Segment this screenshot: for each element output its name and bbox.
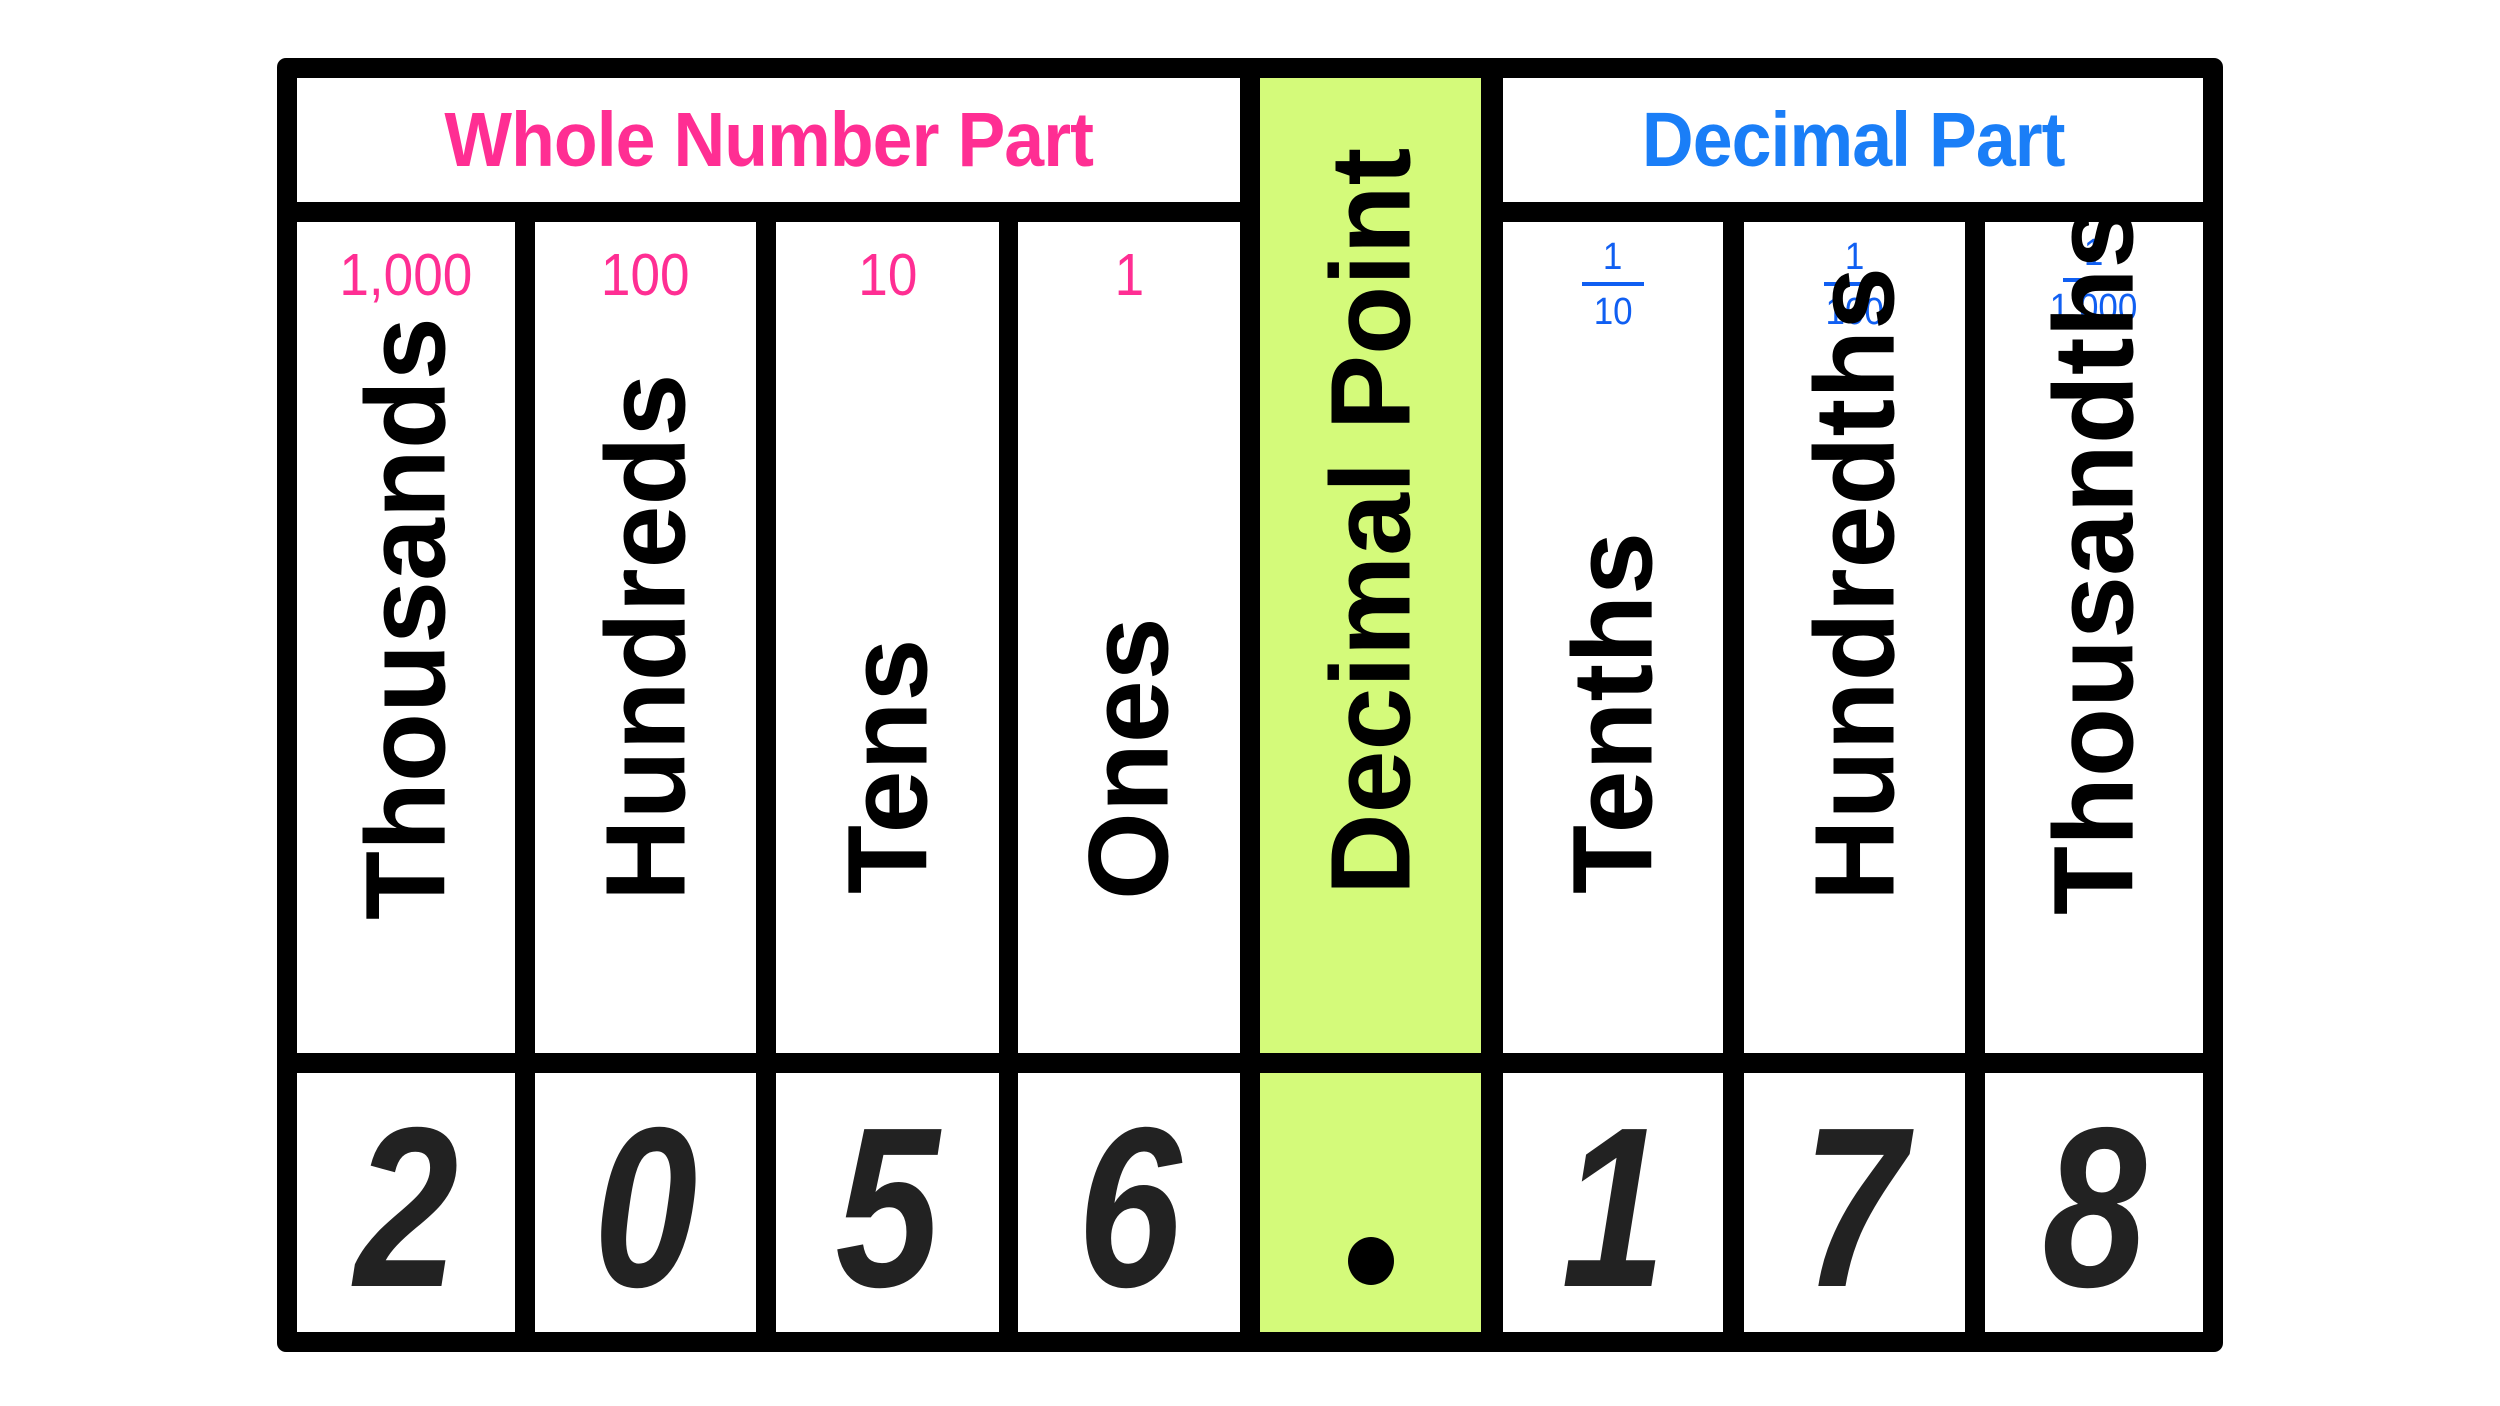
fraction-tenths: 1 10 xyxy=(1503,238,1723,331)
decimal-part-title: Decimal Part xyxy=(1641,96,2066,183)
header-whole-number-part: Whole Number Part xyxy=(297,78,1240,202)
place-value-tens: 10 xyxy=(857,242,918,308)
digit-cell-thousands: 2 xyxy=(297,1073,515,1332)
column-thousandths: 1 1,000 Thousandths xyxy=(1985,206,2203,1053)
header-decimal-part: Decimal Part xyxy=(1503,78,2203,202)
digit-ones: 6 xyxy=(1077,1080,1181,1335)
digit-thousandths: 8 xyxy=(2042,1080,2146,1335)
digit-cell-ones: 6 xyxy=(1018,1073,1240,1332)
digit-tenths: 1 xyxy=(1561,1080,1665,1335)
whole-number-part-title: Whole Number Part xyxy=(444,96,1094,183)
place-label-tens: Tens xyxy=(824,638,950,894)
place-label-ones: Ones xyxy=(1065,617,1192,900)
digit-thousands: 2 xyxy=(354,1080,458,1335)
column-hundredths: 1 100 Hundredths xyxy=(1744,222,1965,1053)
place-label-thousandths: Thousandths xyxy=(2030,205,2157,915)
column-hundreds: 100 Hundreds xyxy=(535,222,756,1053)
digit-hundreds: 0 xyxy=(593,1080,698,1335)
place-value-ones: 1 xyxy=(1114,242,1144,308)
digit-cell-tenths: 1 xyxy=(1503,1073,1723,1332)
column-thousands: 1,000 Thousands xyxy=(297,222,515,1053)
column-tenths: 1 10 Tenths xyxy=(1503,222,1723,1053)
column-ones: 1 Ones xyxy=(1018,222,1240,1053)
digit-cell-decimal-point xyxy=(1260,1073,1481,1332)
digit-tens: 5 xyxy=(835,1080,940,1335)
place-value-hundreds: 100 xyxy=(601,242,690,308)
place-label-tenths: Tenths xyxy=(1549,531,1676,894)
place-value-thousands: 1,000 xyxy=(339,242,473,308)
decimal-point-dot xyxy=(1348,1237,1394,1285)
fraction-bar xyxy=(1582,282,1644,286)
place-label-thousands: Thousands xyxy=(342,317,469,920)
column-decimal-point: Decimal Point xyxy=(1260,78,1481,1053)
digit-cell-thousandths: 8 xyxy=(1985,1073,2203,1332)
fraction-denominator: 10 xyxy=(1593,291,1633,333)
place-label-decimal-point: Decimal Point xyxy=(1307,147,1433,895)
digit-hundredths: 7 xyxy=(1802,1080,1907,1335)
place-label-hundreds: Hundreds xyxy=(582,373,708,901)
digit-cell-tens: 5 xyxy=(776,1073,999,1332)
digit-cell-hundredths: 7 xyxy=(1744,1073,1965,1332)
column-tens: 10 Tens xyxy=(776,222,999,1053)
place-label-hundredths: Hundredths xyxy=(1791,266,1917,901)
digit-cell-hundreds: 0 xyxy=(535,1073,756,1332)
fraction-numerator: 1 xyxy=(1603,236,1623,278)
